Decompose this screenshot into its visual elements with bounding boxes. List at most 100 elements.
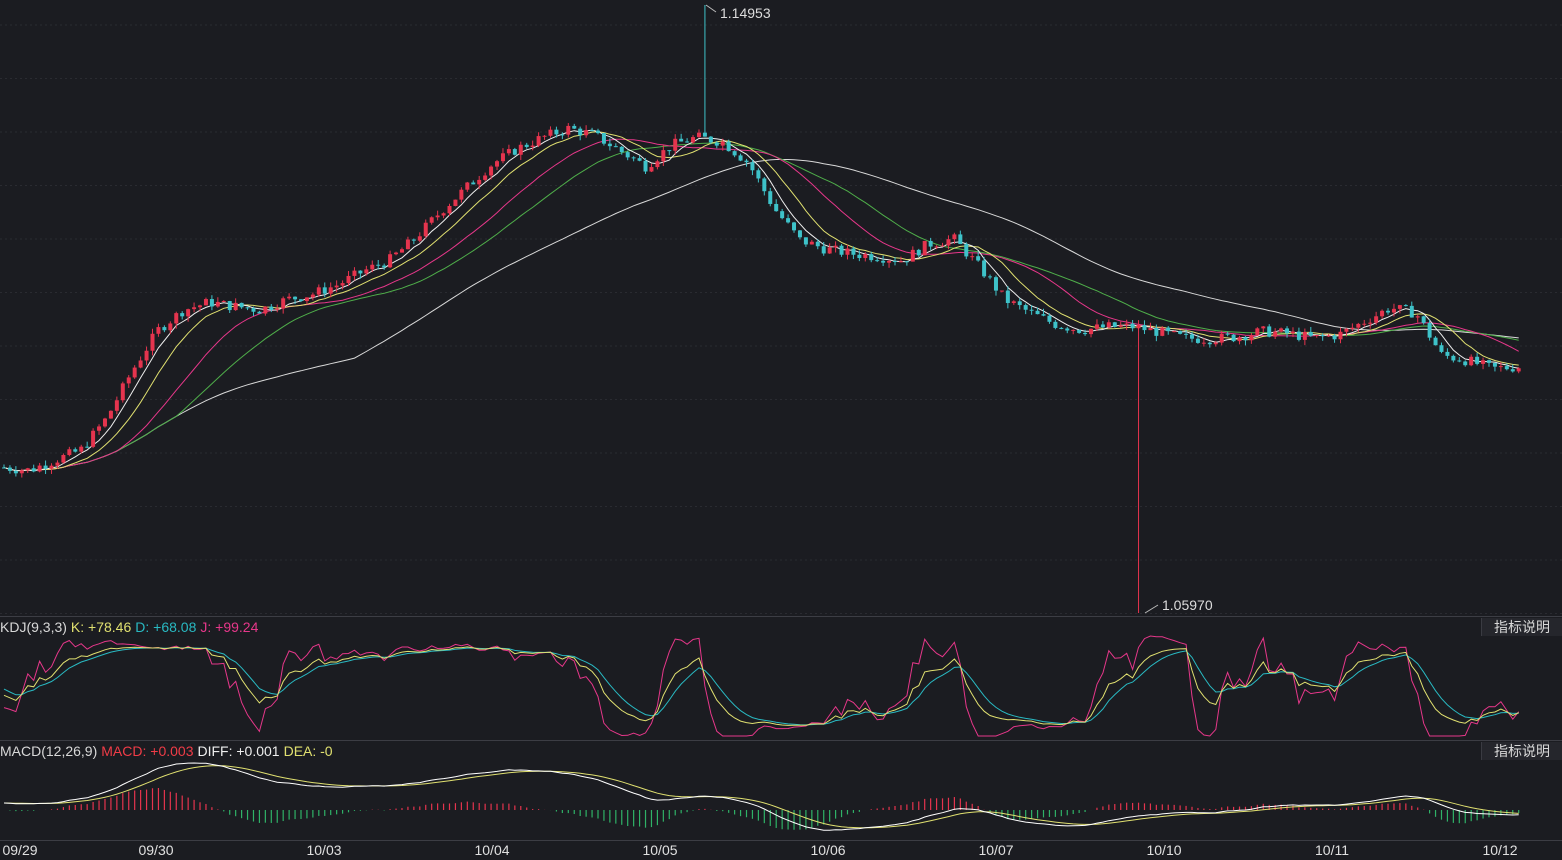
candle-body bbox=[1350, 327, 1355, 329]
candle-body bbox=[251, 308, 256, 312]
candle-body bbox=[1510, 369, 1515, 372]
candle-body bbox=[566, 125, 571, 135]
candle-body bbox=[691, 137, 696, 143]
candle-body bbox=[388, 254, 393, 268]
candle-body bbox=[328, 287, 333, 294]
candle-body bbox=[904, 261, 909, 263]
candle-body bbox=[1237, 337, 1242, 342]
candle-body bbox=[340, 283, 345, 286]
candle-body bbox=[1166, 327, 1171, 332]
candle-body bbox=[180, 313, 185, 317]
candle-body bbox=[655, 161, 660, 168]
macd-histogram bbox=[9, 788, 1520, 830]
candle-body bbox=[370, 264, 375, 270]
candle-body bbox=[239, 302, 244, 308]
high-price-label: 1.14953 bbox=[720, 5, 771, 21]
candle-body bbox=[1112, 322, 1117, 327]
candle-body bbox=[263, 306, 268, 314]
candle-body bbox=[1427, 322, 1432, 338]
macd-help-button[interactable]: 指标说明 bbox=[1481, 742, 1562, 760]
candle-body bbox=[863, 254, 868, 259]
candle-body bbox=[780, 211, 785, 219]
candle-body bbox=[1094, 324, 1099, 329]
candle-body bbox=[596, 130, 600, 134]
candle-body bbox=[910, 249, 915, 262]
candle-body bbox=[934, 246, 939, 248]
candle-body bbox=[453, 199, 458, 206]
candle-body bbox=[1017, 301, 1022, 306]
candle-body bbox=[1445, 351, 1450, 356]
macd-label: MACD(12,26,9) bbox=[0, 743, 98, 759]
candle-body bbox=[530, 145, 535, 147]
candle-body bbox=[1172, 331, 1177, 333]
candle-body bbox=[1326, 335, 1331, 337]
candle-body bbox=[1071, 329, 1076, 331]
candle-body bbox=[1403, 305, 1408, 307]
candle-body bbox=[1011, 301, 1016, 304]
candle-body bbox=[898, 261, 903, 263]
ma-line-slow bbox=[3, 159, 1519, 472]
candle-body bbox=[198, 305, 203, 308]
moving-average-lines bbox=[3, 129, 1519, 472]
candle-body bbox=[631, 157, 636, 159]
date-label: 10/04 bbox=[474, 842, 510, 858]
candle-body bbox=[364, 269, 369, 274]
date-label: 09/30 bbox=[138, 842, 174, 858]
candle-body bbox=[477, 179, 482, 185]
candle-body bbox=[1344, 328, 1349, 332]
kdj-j-line bbox=[3, 635, 1520, 737]
candle-body bbox=[887, 260, 892, 263]
candle-body bbox=[1023, 305, 1028, 310]
candle-body bbox=[1142, 325, 1147, 331]
candle-body bbox=[1302, 331, 1307, 340]
candle-body bbox=[1190, 334, 1194, 339]
candle-body bbox=[417, 236, 422, 241]
candle-body bbox=[1065, 328, 1070, 331]
candle-body bbox=[590, 130, 595, 132]
candle-body bbox=[1130, 323, 1135, 329]
candle-body bbox=[1308, 331, 1313, 336]
low-marker-line bbox=[1144, 604, 1159, 614]
candle-body bbox=[1195, 338, 1200, 343]
kdj-label: KDJ(9,3,3) bbox=[0, 619, 67, 635]
candle-body bbox=[839, 245, 844, 255]
candle-body bbox=[221, 301, 226, 303]
candle-body bbox=[2, 467, 6, 469]
candle-body bbox=[31, 468, 36, 472]
candle-body bbox=[1077, 329, 1082, 333]
candle-body bbox=[988, 276, 993, 278]
candle-body bbox=[607, 143, 612, 147]
candle-body bbox=[1178, 331, 1183, 334]
candle-body bbox=[1136, 325, 1141, 329]
candle-body bbox=[1118, 325, 1123, 327]
candle-body bbox=[803, 237, 808, 245]
candle-body bbox=[1516, 368, 1521, 372]
candle-body bbox=[162, 327, 167, 331]
candle-body bbox=[67, 449, 72, 455]
candle-body bbox=[750, 162, 755, 171]
candle-body bbox=[970, 256, 975, 258]
candle-body bbox=[91, 430, 96, 447]
date-label: 10/10 bbox=[1146, 842, 1182, 858]
candle-body bbox=[1029, 309, 1034, 311]
candle-body bbox=[108, 410, 113, 419]
candle-body bbox=[1005, 290, 1010, 304]
candle-body bbox=[851, 248, 856, 255]
candle-body bbox=[25, 468, 30, 471]
candle-body bbox=[465, 182, 470, 190]
candle-body bbox=[976, 256, 981, 261]
kdj-help-button[interactable]: 指标说明 bbox=[1481, 618, 1562, 636]
candle-body bbox=[287, 296, 292, 299]
candle-body bbox=[536, 136, 541, 146]
candle-body bbox=[245, 307, 250, 309]
candle-body bbox=[578, 128, 583, 136]
kdj-info-bar: KDJ(9,3,3) K: +78.46 D: +68.08 J: +99.24 bbox=[0, 618, 262, 636]
candle-body bbox=[85, 446, 90, 448]
candle-body bbox=[946, 239, 951, 246]
candle-body bbox=[685, 141, 690, 143]
candle-body bbox=[233, 302, 238, 311]
candle-body bbox=[310, 294, 315, 298]
candle-body bbox=[922, 240, 927, 256]
macd-diff-value: DIFF: +0.001 bbox=[197, 743, 280, 759]
candle-body bbox=[857, 254, 862, 259]
